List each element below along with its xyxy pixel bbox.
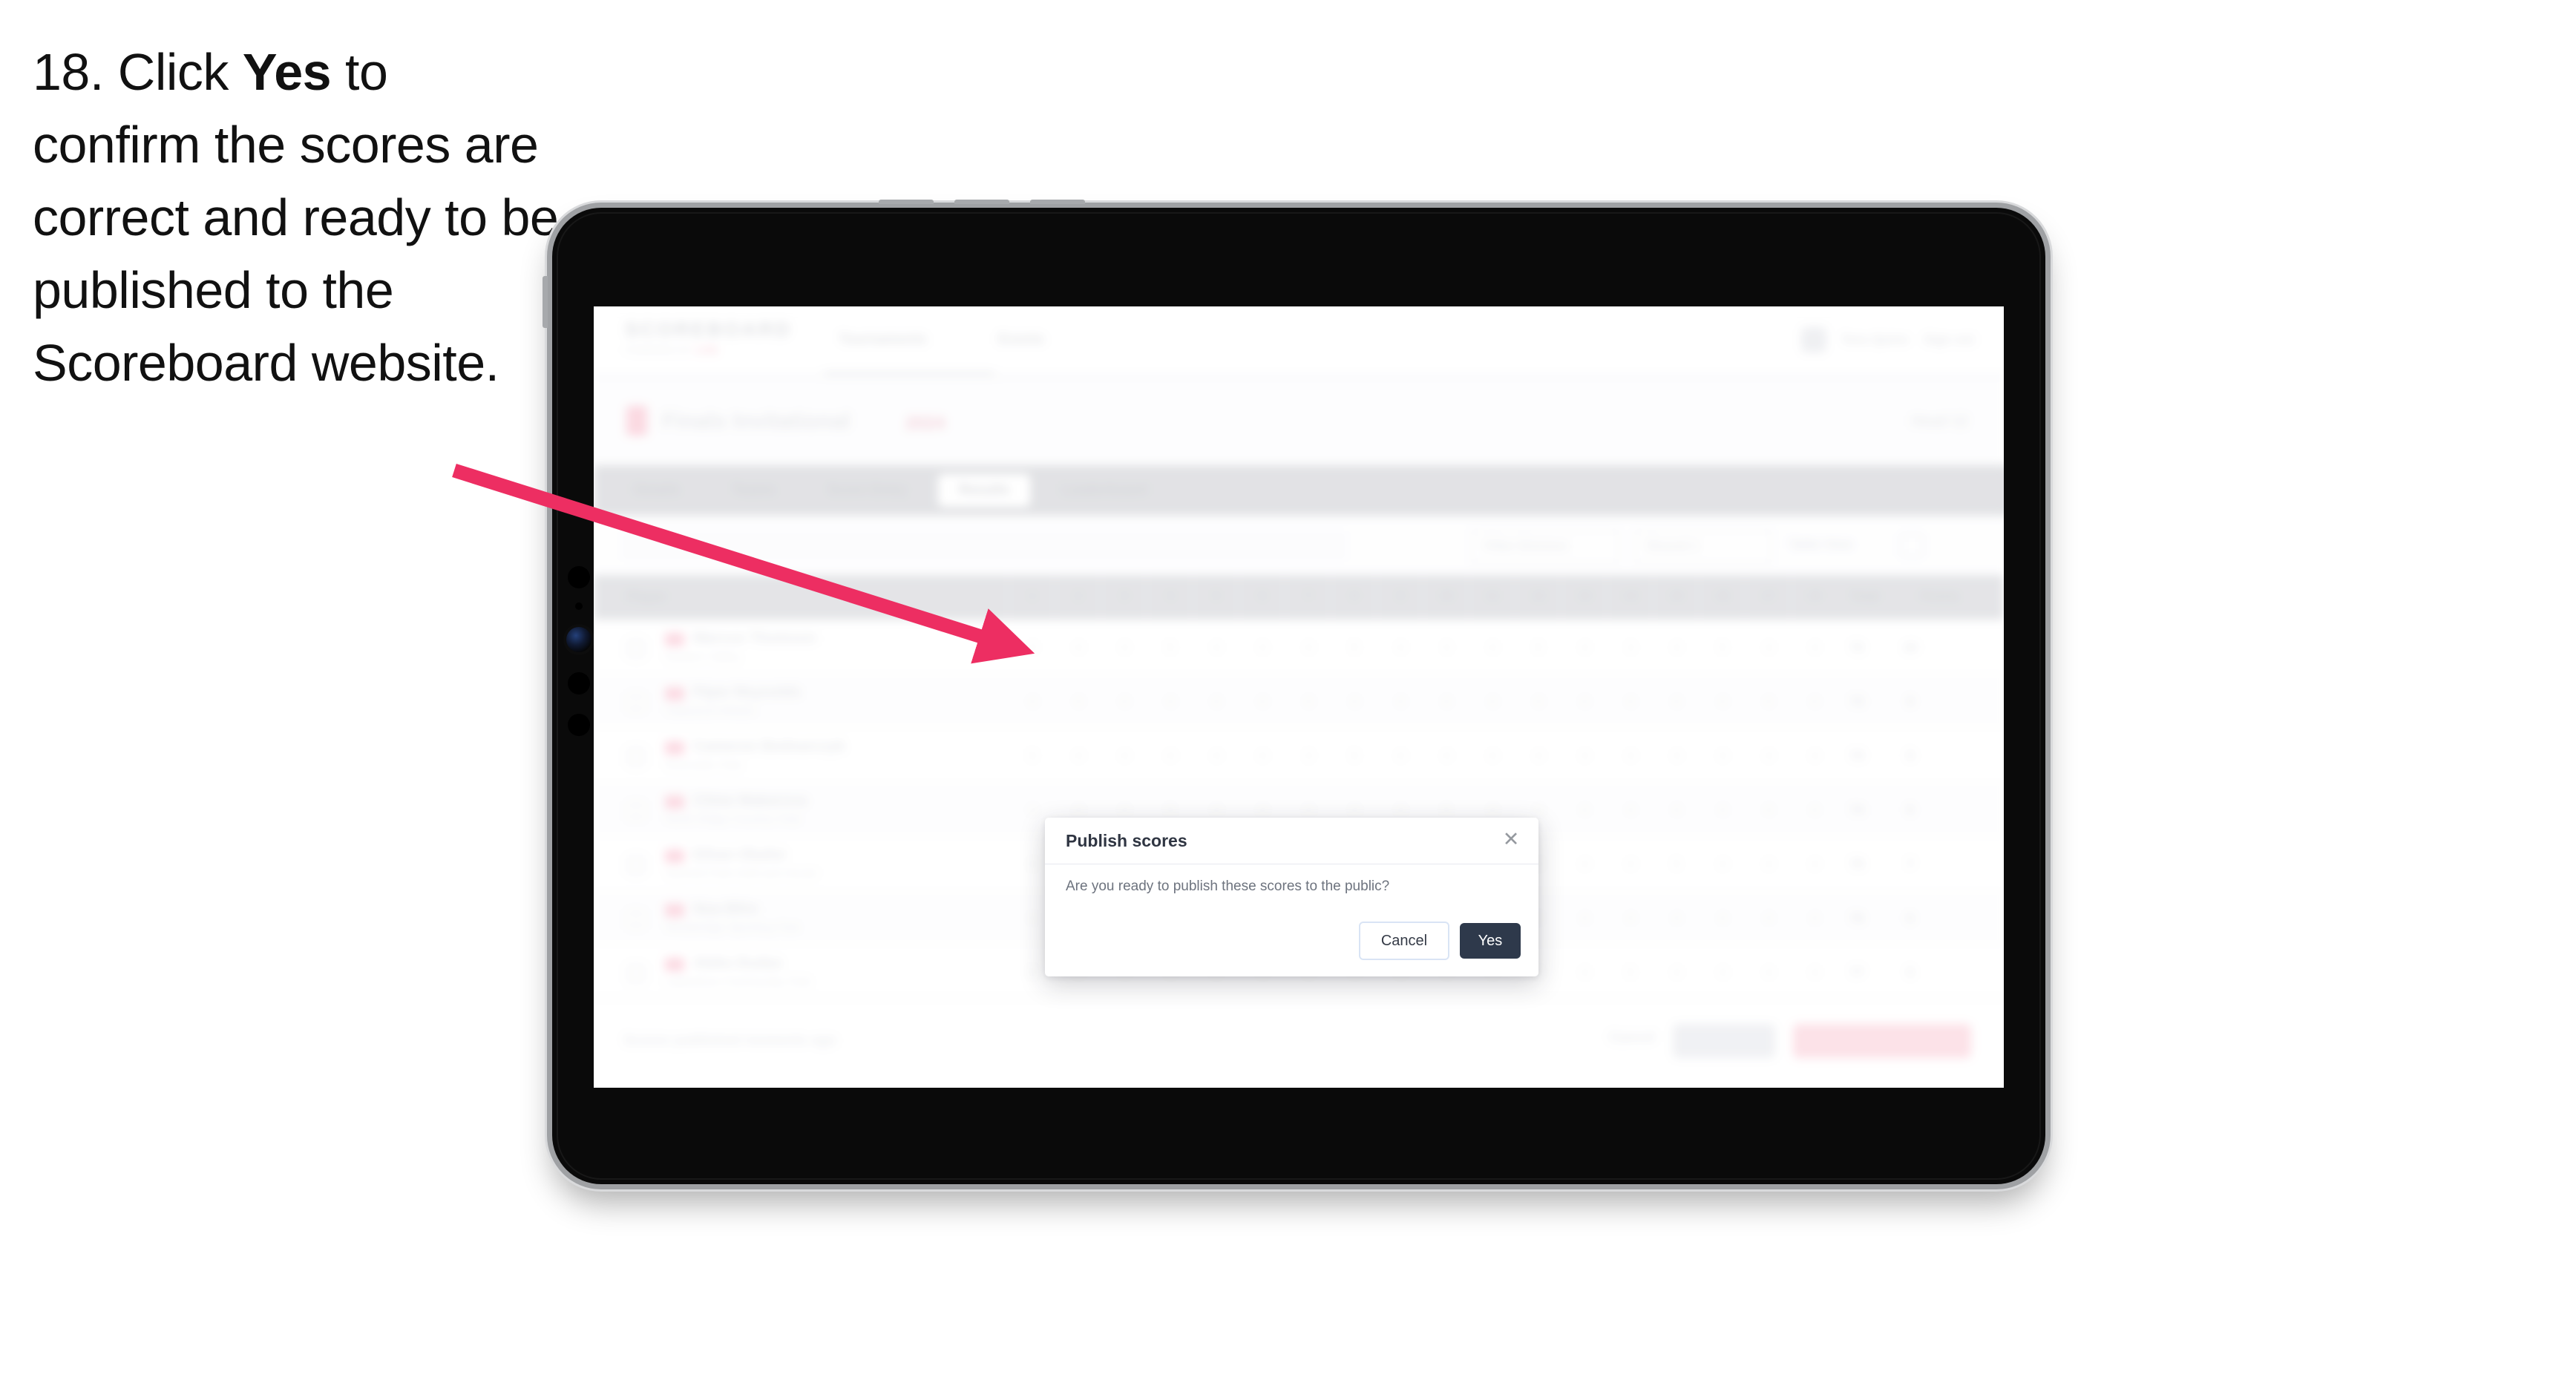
- instruction-bold-word: Yes: [242, 43, 332, 101]
- volume-up-button[interactable]: [879, 200, 934, 204]
- publish-scores-dialog: Publish scores ✕ Are you ready to publis…: [1045, 818, 1538, 976]
- sensor-dot-icon: [568, 714, 590, 736]
- ambient-light-sensor-icon: [575, 602, 583, 610]
- instruction-text: 18. Click Yes to confirm the scores are …: [33, 36, 567, 399]
- volume-down-button[interactable]: [954, 200, 1009, 204]
- dialog-header: Publish scores ✕: [1045, 818, 1538, 864]
- instruction-step-number: 18.: [33, 43, 104, 101]
- sensor-dot-icon: [568, 672, 590, 694]
- front-camera-icon: [566, 627, 591, 652]
- dialog-body-text: Are you ready to publish these scores to…: [1066, 878, 1390, 894]
- yes-button[interactable]: Yes: [1460, 923, 1521, 959]
- side-button[interactable]: [543, 276, 548, 328]
- power-button[interactable]: [1030, 200, 1085, 204]
- cancel-button[interactable]: Cancel: [1359, 922, 1449, 960]
- dialog-title: Publish scores: [1066, 831, 1187, 850]
- instruction-text-before: Click: [117, 43, 229, 101]
- tablet-screen: SCOREBOARD POWERED BY LIVE Tournaments E…: [594, 306, 2004, 1088]
- close-icon[interactable]: ✕: [1500, 828, 1522, 850]
- proximity-sensor-icon: [568, 566, 590, 588]
- tablet-device: SCOREBOARD POWERED BY LIVE Tournaments E…: [543, 200, 2045, 1184]
- dialog-actions: Cancel Yes: [1359, 922, 1521, 960]
